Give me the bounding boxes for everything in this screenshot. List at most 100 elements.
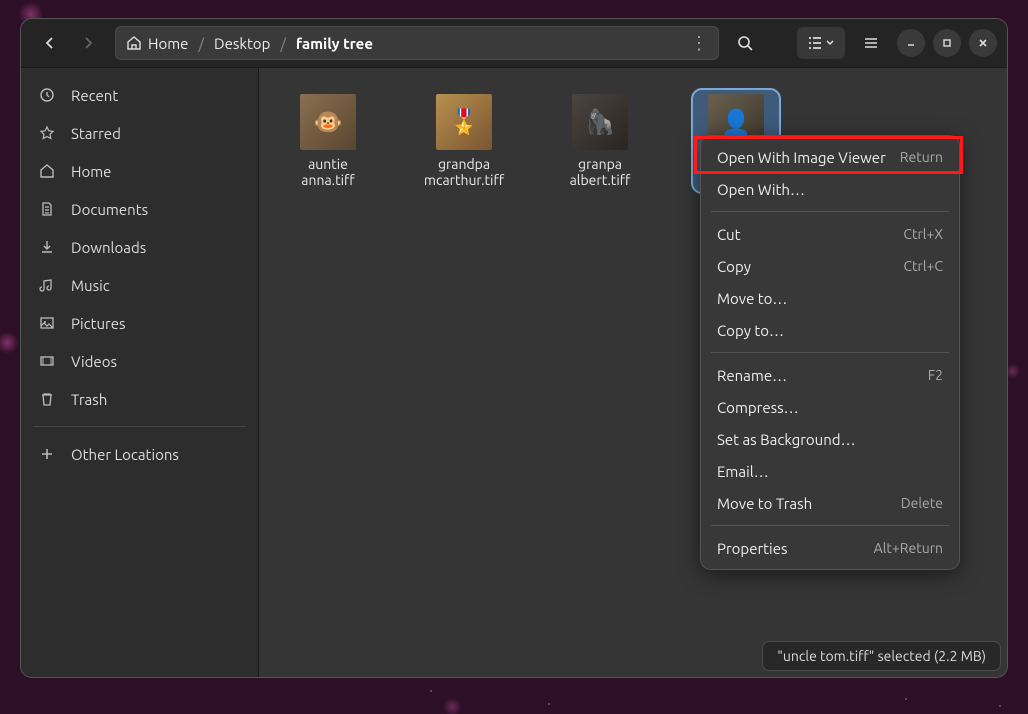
ctx-open-with[interactable]: Open With… bbox=[701, 173, 959, 205]
trash-icon bbox=[39, 391, 57, 407]
menu-icon bbox=[863, 35, 879, 51]
ctx-copy-to[interactable]: Copy to… bbox=[701, 314, 959, 346]
search-icon bbox=[737, 35, 753, 51]
ctx-divider bbox=[711, 352, 949, 353]
downloads-icon bbox=[39, 239, 57, 255]
sidebar-item-home[interactable]: Home bbox=[21, 152, 258, 190]
path-menu-icon[interactable]: ⋮ bbox=[690, 33, 708, 54]
ctx-label: Rename… bbox=[717, 367, 787, 384]
ctx-shortcut: Alt+Return bbox=[874, 540, 943, 556]
breadcrumb-desktop[interactable]: Desktop bbox=[214, 35, 270, 52]
maximize-icon bbox=[942, 38, 952, 48]
star-icon bbox=[39, 125, 57, 141]
file-item[interactable]: 🦍 granpa albert.tiff bbox=[555, 88, 645, 194]
status-text: "uncle tom.tiff" selected (2.2 MB) bbox=[777, 648, 986, 664]
breadcrumb-home[interactable]: Home bbox=[126, 35, 188, 52]
ctx-label: Compress… bbox=[717, 399, 799, 416]
ctx-move-to[interactable]: Move to… bbox=[701, 282, 959, 314]
ctx-shortcut: Delete bbox=[901, 495, 943, 511]
ctx-shortcut: Ctrl+C bbox=[903, 258, 943, 274]
sidebar-item-music[interactable]: Music bbox=[21, 266, 258, 304]
sidebar-item-label: Other Locations bbox=[71, 446, 179, 463]
chevron-down-icon bbox=[825, 38, 835, 48]
ctx-label: Set as Background… bbox=[717, 431, 856, 448]
sidebar-item-downloads[interactable]: Downloads bbox=[21, 228, 258, 266]
breadcrumb-separator: / bbox=[198, 35, 204, 52]
ctx-label: Move to Trash bbox=[717, 495, 812, 512]
ctx-label: Open With… bbox=[717, 181, 805, 198]
ctx-shortcut: Return bbox=[900, 149, 943, 165]
nav-forward-button[interactable] bbox=[69, 27, 107, 59]
plus-icon bbox=[39, 446, 57, 462]
sidebar-divider bbox=[33, 426, 246, 427]
list-icon bbox=[807, 35, 823, 51]
ctx-divider bbox=[711, 211, 949, 212]
ctx-compress[interactable]: Compress… bbox=[701, 391, 959, 423]
videos-icon bbox=[39, 353, 57, 369]
breadcrumb[interactable]: Home / Desktop / family tree ⋮ bbox=[115, 26, 719, 60]
sidebar-item-other-locations[interactable]: Other Locations bbox=[21, 435, 258, 473]
file-thumbnail: 🎖️ bbox=[436, 94, 492, 150]
sidebar-item-label: Starred bbox=[71, 125, 121, 142]
file-item[interactable]: 🎖️ grandpa mcarthur.tiff bbox=[419, 88, 509, 194]
documents-icon bbox=[39, 201, 57, 217]
sidebar-item-label: Recent bbox=[71, 87, 118, 104]
ctx-divider bbox=[711, 525, 949, 526]
breadcrumb-separator: / bbox=[280, 35, 286, 52]
sidebar-item-label: Home bbox=[71, 163, 111, 180]
sidebar-item-documents[interactable]: Documents bbox=[21, 190, 258, 228]
sidebar-item-label: Videos bbox=[71, 353, 117, 370]
search-button[interactable] bbox=[727, 27, 763, 59]
sidebar-item-label: Pictures bbox=[71, 315, 126, 332]
file-label: granpa albert.tiff bbox=[561, 156, 639, 188]
sidebar: Recent Starred Home Documents Downloads … bbox=[21, 68, 259, 677]
file-label: grandpa mcarthur.tiff bbox=[424, 156, 504, 188]
sidebar-item-label: Documents bbox=[71, 201, 148, 218]
view-mode-button[interactable] bbox=[797, 27, 845, 59]
ctx-label: Move to… bbox=[717, 290, 787, 307]
ctx-open-with-viewer[interactable]: Open With Image Viewer Return bbox=[701, 141, 959, 173]
ctx-shortcut: Ctrl+X bbox=[903, 226, 943, 242]
nav-back-button[interactable] bbox=[31, 27, 69, 59]
sidebar-item-label: Trash bbox=[71, 391, 107, 408]
music-icon bbox=[39, 277, 57, 293]
sidebar-item-starred[interactable]: Starred bbox=[21, 114, 258, 152]
pictures-icon bbox=[39, 315, 57, 331]
ctx-copy[interactable]: Copy Ctrl+C bbox=[701, 250, 959, 282]
file-thumbnail: 🐵 bbox=[300, 94, 356, 150]
ctx-label: Cut bbox=[717, 226, 741, 243]
minimize-button[interactable] bbox=[897, 29, 925, 57]
ctx-cut[interactable]: Cut Ctrl+X bbox=[701, 218, 959, 250]
ctx-label: Copy bbox=[717, 258, 751, 275]
sidebar-item-videos[interactable]: Videos bbox=[21, 342, 258, 380]
ctx-set-background[interactable]: Set as Background… bbox=[701, 423, 959, 455]
file-thumbnail: 🦍 bbox=[572, 94, 628, 150]
sidebar-item-label: Music bbox=[71, 277, 110, 294]
clock-icon bbox=[39, 87, 57, 103]
ctx-shortcut: F2 bbox=[928, 367, 943, 383]
hamburger-menu-button[interactable] bbox=[853, 27, 889, 59]
ctx-move-to-trash[interactable]: Move to Trash Delete bbox=[701, 487, 959, 519]
context-menu: Open With Image Viewer Return Open With…… bbox=[700, 135, 960, 570]
ctx-label: Properties bbox=[717, 540, 788, 557]
home-icon bbox=[39, 163, 57, 179]
ctx-label: Copy to… bbox=[717, 322, 784, 339]
sidebar-item-trash[interactable]: Trash bbox=[21, 380, 258, 418]
home-icon bbox=[126, 35, 142, 51]
titlebar: Home / Desktop / family tree ⋮ bbox=[21, 19, 1007, 68]
maximize-button[interactable] bbox=[933, 29, 961, 57]
sidebar-item-recent[interactable]: Recent bbox=[21, 76, 258, 114]
minimize-icon bbox=[906, 38, 916, 48]
file-item[interactable]: 🐵 auntie anna.tiff bbox=[283, 88, 373, 194]
sidebar-item-pictures[interactable]: Pictures bbox=[21, 304, 258, 342]
breadcrumb-current[interactable]: family tree bbox=[296, 35, 373, 52]
ctx-email[interactable]: Email… bbox=[701, 455, 959, 487]
ctx-label: Open With Image Viewer bbox=[717, 149, 886, 166]
statusbar: "uncle tom.tiff" selected (2.2 MB) bbox=[762, 641, 1001, 671]
ctx-rename[interactable]: Rename… F2 bbox=[701, 359, 959, 391]
close-button[interactable] bbox=[969, 29, 997, 57]
close-icon bbox=[978, 38, 988, 48]
ctx-properties[interactable]: Properties Alt+Return bbox=[701, 532, 959, 564]
file-label: auntie anna.tiff bbox=[289, 156, 367, 188]
sidebar-item-label: Downloads bbox=[71, 239, 146, 256]
